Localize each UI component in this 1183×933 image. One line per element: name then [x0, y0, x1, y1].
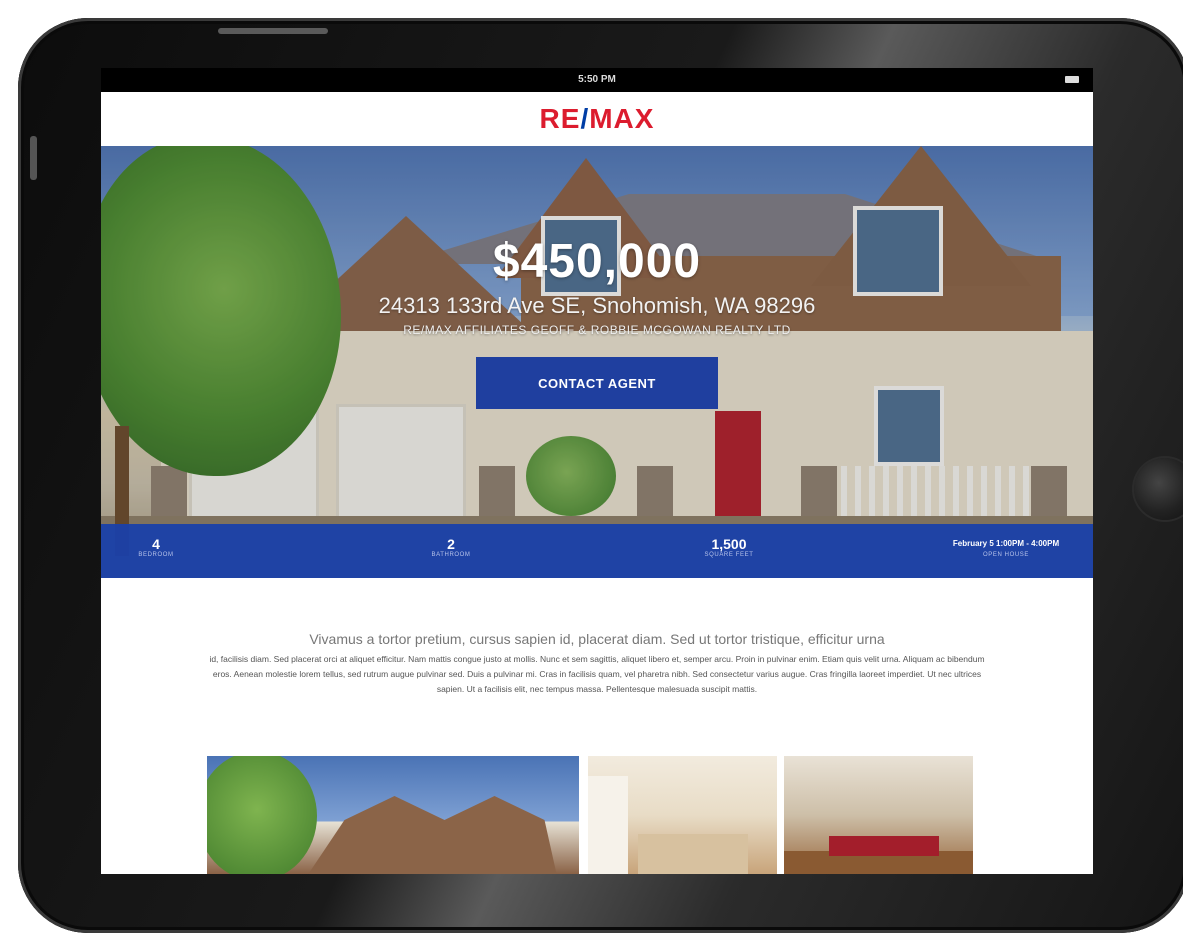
stat-label: SQUARE FEET: [704, 552, 754, 558]
gallery-photo-house: [307, 796, 557, 874]
listing-address: 24313 133rd Ave SE, Snohomish, WA 98296: [378, 293, 816, 318]
stat-label: OPEN HOUSE: [982, 552, 1029, 558]
logo-slash: /: [580, 103, 590, 134]
gallery-image-kitchen[interactable]: [588, 756, 777, 874]
header: RE/MAX: [101, 92, 1093, 146]
logo-re: RE: [539, 103, 581, 134]
description-lead: Vivamus a tortor pretium, cursus sapien …: [309, 631, 885, 647]
gallery-photo-tree: [207, 756, 317, 874]
remax-logo[interactable]: RE/MAX: [540, 103, 655, 135]
stat-value: 4: [152, 536, 160, 552]
description-body: id, facilisis diam. Sed placerat orci at…: [209, 654, 985, 694]
listing-price: $450,000: [492, 235, 702, 288]
photo-gallery: [207, 756, 973, 874]
stat-value: February 5 1:00PM - 4:00PM: [952, 539, 1060, 548]
stat-label: BEDROOM: [138, 552, 174, 558]
stat-open-house: February 5 1:00PM - 4:00PM OPEN HOUSE: [923, 536, 1089, 558]
brokerage-name: RE/MAX AFFILIATES GEOFF & ROBBIE MCGOWAN…: [403, 323, 791, 337]
tablet-screen: 5:50 PM RE/MAX $450,000 24313 133rd Ave …: [101, 68, 1093, 874]
gallery-image-dining[interactable]: [784, 756, 973, 874]
battery-icon: [1065, 76, 1079, 83]
gallery-photo-cabinet: [588, 776, 628, 874]
stat-label: BATHROOM: [431, 552, 471, 558]
home-button[interactable]: [1134, 458, 1183, 520]
stat-value: 1,500: [711, 536, 747, 552]
stats-bar: 4 BEDROOM 2 BATHROOM 1,500 SQUARE FEET F…: [101, 524, 1093, 578]
stat-value: 2: [447, 536, 455, 552]
hero-section: $450,000 24313 133rd Ave SE, Snohomish, …: [101, 146, 1093, 578]
hero-content: $450,000 24313 133rd Ave SE, Snohomish, …: [101, 234, 1093, 409]
gallery-photo-island: [638, 834, 748, 874]
status-time: 5:50 PM: [578, 74, 616, 85]
gallery-photo-table: [829, 836, 939, 856]
device-top-edge: [218, 28, 328, 34]
contact-agent-button[interactable]: CONTACT AGENT: [476, 357, 718, 409]
gallery-image-exterior[interactable]: [207, 756, 579, 874]
stat-bedrooms: 4 BEDROOM: [131, 536, 181, 558]
status-bar: 5:50 PM: [101, 68, 1093, 92]
device-side-button[interactable]: [30, 136, 37, 180]
stat-bathrooms: 2 BATHROOM: [411, 536, 491, 558]
stat-square-feet: 1,500 SQUARE FEET: [689, 536, 769, 558]
logo-max: MAX: [589, 103, 655, 134]
description-section: Vivamus a tortor pretium, cursus sapien …: [101, 578, 1093, 697]
